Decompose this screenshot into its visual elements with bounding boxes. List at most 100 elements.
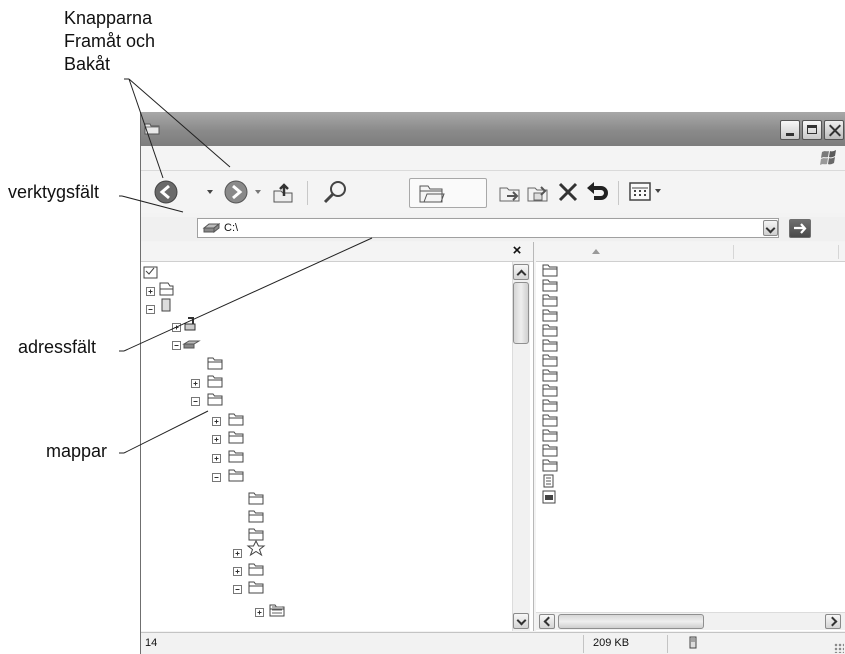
local-disk-c-node[interactable]	[172, 340, 201, 350]
list-item[interactable]	[542, 279, 558, 292]
tree-folder[interactable]	[255, 604, 285, 617]
list-item[interactable]	[542, 309, 558, 322]
status-divider	[583, 635, 584, 653]
back-history-dropdown[interactable]	[205, 177, 215, 207]
file-list	[536, 262, 845, 608]
list-item[interactable]	[542, 264, 558, 277]
tree-folder[interactable]	[248, 492, 264, 505]
close-folders-pane-button[interactable]: ×	[510, 243, 524, 259]
list-item[interactable]	[542, 384, 558, 397]
undo-icon	[587, 182, 608, 200]
go-arrow-icon	[794, 223, 807, 234]
scroll-down-button[interactable]	[513, 613, 529, 629]
column-header[interactable]	[536, 242, 845, 262]
scroll-thumb[interactable]	[513, 282, 529, 344]
file-list-pane	[536, 242, 845, 631]
list-item[interactable]	[542, 324, 558, 337]
scroll-right-button[interactable]	[825, 614, 841, 629]
floppy-drive-node[interactable]	[172, 317, 196, 332]
callout-back-forward: Knapparna Framåt och Bakåt	[64, 8, 156, 74]
tree-folder[interactable]	[191, 375, 223, 388]
maximize-button[interactable]	[802, 120, 822, 140]
list-item[interactable]	[542, 429, 558, 442]
status-size: 209 KB	[593, 637, 630, 649]
tree-folder[interactable]	[191, 393, 223, 406]
sort-arrow-icon	[592, 249, 600, 254]
chevron-down-icon	[207, 190, 213, 194]
list-item[interactable]	[542, 444, 558, 457]
folder-icon	[144, 120, 160, 136]
folder-tree	[141, 262, 511, 631]
folder-tree-nodes	[143, 266, 285, 617]
folders-icon	[419, 185, 445, 203]
tree-folder[interactable]	[212, 413, 244, 426]
status-bar: 14 209 KB	[141, 632, 845, 654]
forward-button[interactable]	[221, 177, 251, 207]
tree-folder[interactable]	[233, 563, 264, 576]
views-button[interactable]	[627, 177, 667, 207]
move-to-button[interactable]	[497, 177, 523, 207]
vertical-scrollbar[interactable]	[512, 262, 530, 631]
favorites-node[interactable]	[233, 539, 266, 558]
address-dropdown-button[interactable]	[763, 220, 778, 236]
callout-address-bar: adressfält	[18, 337, 97, 357]
tree-folder[interactable]	[207, 357, 223, 370]
address-input[interactable]: C:\	[197, 218, 779, 238]
views-icon	[629, 182, 661, 201]
callout-folders: mappar	[46, 441, 108, 461]
horizontal-scrollbar[interactable]	[536, 612, 845, 630]
up-folder-icon	[273, 183, 293, 203]
scroll-left-button[interactable]	[539, 614, 555, 629]
folders-pane-header: ×	[141, 242, 533, 262]
forward-history-dropdown[interactable]	[254, 177, 262, 207]
list-item[interactable]	[543, 474, 554, 488]
list-item[interactable]	[542, 459, 558, 472]
toolbar-separator	[618, 181, 619, 205]
minimize-button[interactable]	[780, 120, 800, 140]
scroll-up-button[interactable]	[513, 264, 529, 280]
title-bar[interactable]	[141, 112, 845, 146]
folder-tree-pane: ×	[141, 242, 534, 631]
tree-folder[interactable]	[212, 431, 244, 444]
copy-to-icon	[527, 186, 548, 202]
list-item[interactable]	[542, 354, 558, 367]
hard-drive-icon	[202, 222, 220, 234]
list-item[interactable]	[542, 414, 558, 427]
my-computer-node[interactable]	[146, 298, 171, 314]
list-item[interactable]	[542, 490, 556, 504]
list-item[interactable]	[542, 294, 558, 307]
status-object-count: 14	[145, 637, 158, 649]
address-value: C:\	[224, 222, 239, 234]
desktop-node[interactable]	[143, 266, 158, 279]
folders-button[interactable]	[409, 178, 487, 208]
my-documents-node[interactable]	[146, 282, 174, 296]
chevron-down-icon	[255, 190, 261, 194]
forward-arrow-icon	[224, 180, 248, 204]
go-button[interactable]	[789, 219, 811, 238]
tree-folder[interactable]	[212, 450, 244, 463]
search-icon	[323, 181, 346, 204]
tree-folder[interactable]	[212, 469, 244, 482]
tree-folder[interactable]	[248, 510, 264, 523]
undo-button[interactable]	[583, 177, 611, 207]
delete-button[interactable]	[555, 177, 581, 207]
back-arrow-icon	[154, 180, 178, 204]
back-button[interactable]	[151, 177, 181, 207]
list-item[interactable]	[542, 339, 558, 352]
column-divider[interactable]	[733, 245, 734, 259]
list-item[interactable]	[542, 369, 558, 382]
toolbar	[141, 171, 845, 213]
up-button[interactable]	[268, 177, 298, 207]
explorer-window: C:\ × 14 209 KB	[140, 112, 845, 654]
file-list-icons	[542, 264, 558, 504]
computer-icon	[685, 635, 701, 651]
list-item[interactable]	[542, 399, 558, 412]
tree-folder[interactable]	[248, 528, 264, 541]
column-divider[interactable]	[838, 245, 839, 259]
resize-grip[interactable]	[834, 643, 844, 653]
horizontal-scroll-thumb[interactable]	[558, 614, 704, 629]
tree-folder[interactable]	[233, 581, 264, 594]
copy-to-button[interactable]	[525, 177, 551, 207]
search-button[interactable]	[317, 177, 353, 207]
close-button[interactable]	[824, 120, 844, 140]
